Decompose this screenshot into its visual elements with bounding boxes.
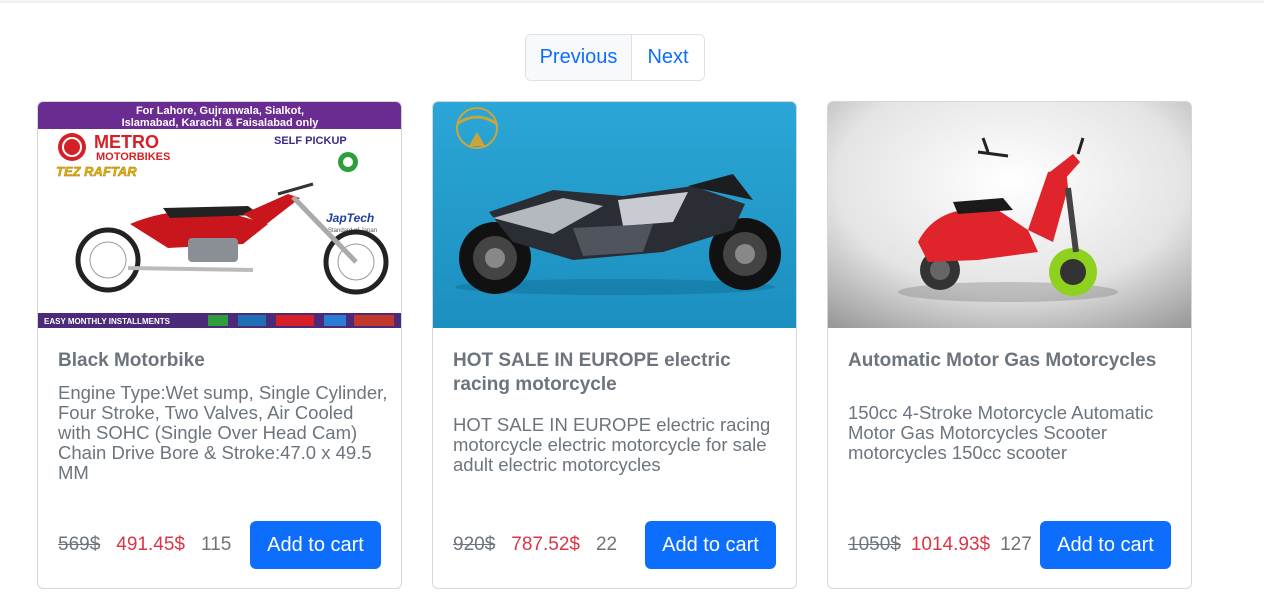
stock-count: 115 xyxy=(200,534,232,555)
sale-price: 787.52$ xyxy=(511,534,580,555)
price-row: 920$ 787.52$ 22 xyxy=(453,521,617,569)
product-description: Engine Type:Wet sump, Single Cylinder, F… xyxy=(58,382,388,483)
price-row: 1050$ 1014.93$ 127 xyxy=(848,521,1032,569)
installments-label: EASY MONTHLY INSTALLMENTS xyxy=(44,317,171,326)
add-to-cart-button[interactable]: Add to cart xyxy=(250,521,381,569)
original-price: 1050$ xyxy=(848,534,901,555)
sale-price: 491.45$ xyxy=(116,534,185,555)
add-to-cart-button[interactable]: Add to cart xyxy=(645,521,776,569)
add-to-cart-button[interactable]: Add to cart xyxy=(1040,521,1171,569)
top-divider xyxy=(0,0,1264,3)
original-price: 920$ xyxy=(453,534,496,555)
product-card: Automatic Motor Gas Motorcycles 150cc 4-… xyxy=(827,101,1192,589)
product-title: Black Motorbike xyxy=(58,350,205,371)
product-image xyxy=(433,102,796,328)
stock-count: 127 xyxy=(1000,534,1032,555)
product-title: Automatic Motor Gas Motorcycles xyxy=(848,350,1157,371)
partner-logo: JapTech xyxy=(326,211,374,225)
sale-price: 1014.93$ xyxy=(910,534,991,555)
model-name: TEZ RAFTAR xyxy=(56,164,137,179)
pagination: Previous Next xyxy=(525,34,705,81)
product-image xyxy=(828,102,1191,328)
product-description: 150cc 4-Stroke Motorcycle Automatic Moto… xyxy=(848,402,1154,463)
next-page-button[interactable]: Next xyxy=(632,35,704,80)
banner-line1: For Lahore, Gujranwala, Sialkot, xyxy=(136,105,304,117)
product-card: HOT SALE IN EUROPE electric racing motor… xyxy=(432,101,797,589)
product-title: HOT SALE IN EUROPE electric racing motor… xyxy=(453,350,731,395)
brand-line1: METRO xyxy=(94,132,159,152)
price-row: 569$ 491.45$ 115 xyxy=(58,521,231,569)
self-pickup-label: SELF PICKUP xyxy=(274,135,347,147)
banner-line2: Islamabad, Karachi & Faisalabad only xyxy=(122,117,320,129)
stock-count: 22 xyxy=(595,534,618,555)
product-description: HOT SALE IN EUROPE electric racing motor… xyxy=(453,414,771,475)
product-image: For Lahore, Gujranwala, Sialkot, Islamab… xyxy=(38,102,401,328)
brand-line2: MOTORBIKES xyxy=(96,151,170,163)
previous-page-button[interactable]: Previous xyxy=(526,35,632,80)
product-card: For Lahore, Gujranwala, Sialkot, Islamab… xyxy=(37,101,402,589)
original-price: 569$ xyxy=(58,534,101,555)
